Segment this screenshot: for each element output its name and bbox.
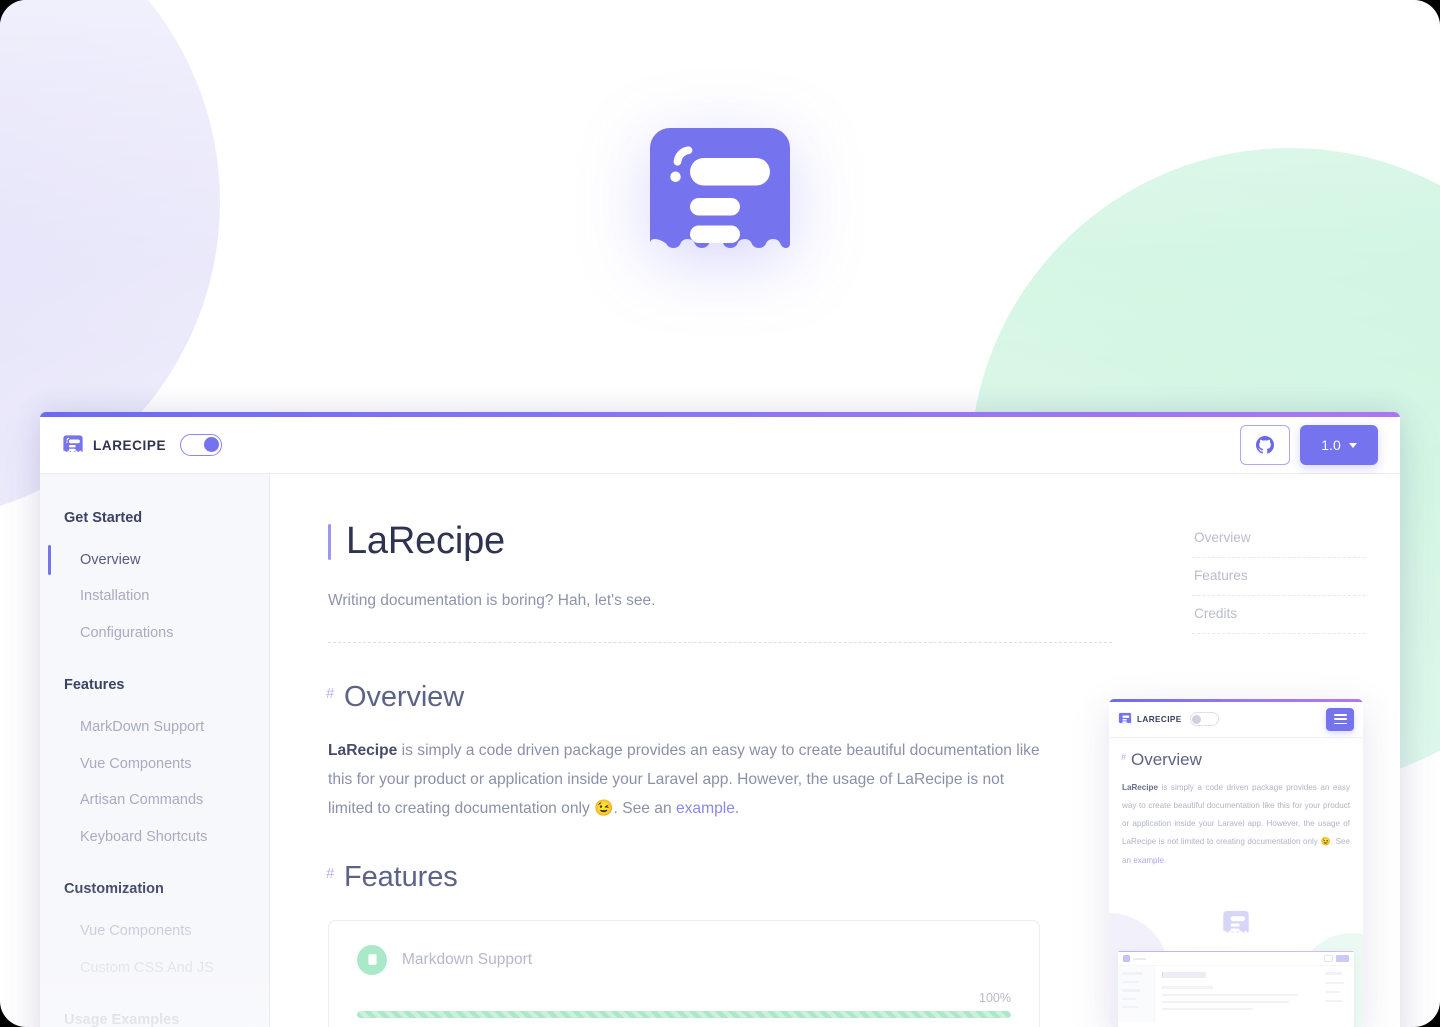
larecipe-receipt-logo-icon (650, 128, 790, 248)
feature-row: Markdown Support (357, 944, 1011, 975)
version-label: 1.0 (1321, 437, 1341, 453)
larecipe-receipt-logo-icon (1118, 712, 1132, 724)
mobile-theme-toggle-knob (1192, 714, 1202, 724)
anchor-hash-icon[interactable]: # (326, 685, 334, 702)
toc-item-credits[interactable]: Credits (1192, 596, 1366, 634)
theme-toggle[interactable] (180, 434, 223, 456)
overview-strong: LaRecipe (328, 741, 398, 759)
mobile-body: # Overview LaRecipe is simply a code dri… (1109, 738, 1363, 870)
sidebar-item-overview[interactable]: Overview (40, 542, 269, 578)
brand[interactable]: LARECIPE (62, 434, 166, 456)
sidebar-item-installation[interactable]: Installation (40, 578, 269, 614)
page-subtitle: Writing documentation is boring? Hah, le… (328, 591, 656, 609)
feature-percent-label: 100% (979, 990, 1011, 1005)
mobile-example-link[interactable]: example (1133, 856, 1164, 865)
sidebar: Get Started Overview Installation Config… (40, 474, 270, 1027)
sidebar-group-title: Features (64, 677, 125, 694)
section-heading-text: Features (344, 860, 458, 893)
mobile-brand[interactable]: LARECIPE (1118, 712, 1182, 726)
section-heading-features: # Features (326, 860, 1112, 894)
burger-line (1333, 713, 1347, 716)
mobile-text-end: . (1163, 855, 1167, 865)
section-heading-text: Overview (344, 680, 465, 713)
theme-toggle-knob (203, 437, 219, 453)
wink-emoji: 😉 (1320, 837, 1331, 847)
markdown-glyph-icon (367, 954, 377, 965)
hamburger-menu-icon[interactable] (1326, 707, 1354, 731)
feature-progress-track (357, 1010, 1011, 1018)
github-button[interactable] (1240, 425, 1290, 465)
sidebar-item-keyboard-shortcuts[interactable]: Keyboard Shortcuts (40, 819, 269, 855)
feature-name: Markdown Support (402, 950, 533, 968)
nested-body (1118, 966, 1354, 1023)
sidebar-group-title: Usage Examples (64, 1012, 180, 1027)
header-actions: 1.0 (1240, 425, 1378, 465)
github-icon (1256, 436, 1274, 454)
feature-card: Markdown Support 100% (328, 919, 1040, 1027)
larecipe-receipt-logo-icon (1223, 910, 1249, 933)
hero-section (0, 118, 1440, 278)
markdown-badge-icon (357, 944, 387, 975)
mobile-paragraph: LaRecipe is simply a code driven package… (1122, 779, 1350, 870)
sidebar-item-vue-components-custom[interactable]: Vue Components (40, 913, 269, 949)
main-content: LaRecipe Writing documentation is boring… (270, 474, 1170, 1027)
app-page: LARECIPE 1.0 Get Started Overview Instal… (0, 0, 1440, 1027)
sidebar-item-custom-css-and-js[interactable]: Custom CSS And JS (40, 950, 269, 986)
mobile-section-heading: # Overview (1121, 749, 1350, 770)
chevron-down-icon (1348, 442, 1357, 448)
divider (328, 641, 1112, 643)
nested-brand-placeholder (1133, 957, 1146, 961)
anchor-hash-icon[interactable]: # (1121, 752, 1126, 762)
overview-paragraph: LaRecipe is simply a code driven package… (328, 736, 1040, 823)
anchor-hash-icon[interactable]: # (326, 865, 334, 882)
burger-line (1333, 722, 1347, 725)
page-title: LaRecipe (328, 520, 1112, 564)
example-link[interactable]: example (676, 800, 735, 817)
sidebar-item-configurations[interactable]: Configurations (40, 615, 269, 651)
nested-github-button (1324, 955, 1333, 963)
sidebar-item-artisan-commands[interactable]: Artisan Commands (40, 782, 269, 818)
overview-text-end: . (734, 799, 740, 817)
nested-version-button (1336, 955, 1349, 963)
toc-item-features[interactable]: Features (1192, 558, 1366, 596)
nested-main (1155, 966, 1320, 1022)
mobile-heading-text: Overview (1131, 749, 1202, 769)
mobile-theme-toggle[interactable] (1189, 712, 1219, 727)
mobile-preview-card: LARECIPE # Overview LaRecipe is simply a… (1109, 699, 1363, 1027)
feature-progress-fill (357, 1010, 1011, 1018)
mobile-strong: LaRecipe (1122, 782, 1158, 792)
brand-name: LARECIPE (93, 437, 167, 453)
sidebar-item-markdown-support[interactable]: MarkDown Support (40, 709, 269, 745)
nested-logo-icon (1123, 955, 1130, 963)
mobile-brand-name: LARECIPE (1137, 714, 1182, 724)
sidebar-item-vue-components[interactable]: Vue Components (40, 746, 269, 782)
nested-sidebar (1118, 966, 1155, 1023)
nested-page-preview (1109, 905, 1363, 1027)
nested-toc (1320, 966, 1354, 1022)
nested-header (1118, 952, 1354, 967)
toc-item-overview[interactable]: Overview (1192, 520, 1366, 558)
mobile-header: LARECIPE (1109, 702, 1363, 738)
overview-text-tail: . See an (613, 799, 676, 817)
nested-page-title (1162, 972, 1206, 979)
sidebar-group-title: Customization (64, 881, 164, 898)
mobile-text: is simply a code driven package provides… (1122, 782, 1350, 847)
wink-emoji: 😉 (594, 799, 614, 817)
burger-line (1333, 718, 1347, 720)
nested-app-window (1118, 951, 1354, 1027)
larecipe-receipt-logo-icon (63, 435, 83, 452)
section-heading-overview: # Overview (326, 680, 1112, 714)
version-selector-button[interactable]: 1.0 (1300, 425, 1378, 465)
sidebar-group-title: Get Started (64, 510, 143, 526)
app-header: LARECIPE 1.0 (40, 417, 1400, 474)
